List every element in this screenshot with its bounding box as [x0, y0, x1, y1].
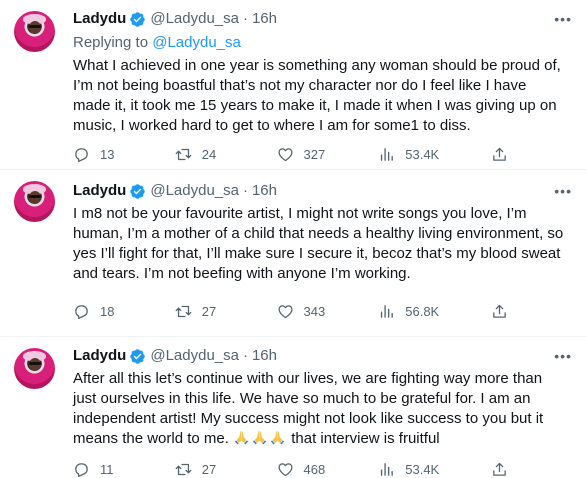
tweet-1[interactable]: Ladydu @Ladydu_sa · 16h ••• Replying to …: [0, 0, 586, 170]
verified-badge-icon: [129, 11, 146, 28]
action-bar: 13 24 327 53.4K: [73, 144, 508, 164]
reply-button[interactable]: 13: [73, 146, 123, 163]
reply-count: 18: [100, 303, 115, 319]
separator-dot: ·: [242, 10, 248, 27]
display-name[interactable]: Ladydu: [73, 10, 126, 28]
reply-icon: [73, 303, 90, 320]
avatar[interactable]: [14, 181, 55, 222]
display-name[interactable]: Ladydu: [73, 347, 126, 365]
action-bar: 18 27 343 56.8K: [73, 301, 508, 321]
retweet-count: 27: [201, 303, 217, 319]
separator-dot: ·: [242, 347, 248, 364]
more-options-icon[interactable]: •••: [554, 184, 572, 198]
replying-to-link[interactable]: @Ladydu_sa: [152, 34, 241, 51]
views-icon: [378, 461, 395, 478]
views-button[interactable]: 56.8K: [378, 303, 439, 320]
tweet-2[interactable]: Ladydu @Ladydu_sa · 16h ••• I m8 not be …: [0, 170, 586, 337]
replying-to-prefix: Replying to: [73, 34, 153, 51]
view-count: 53.4K: [405, 461, 440, 477]
views-icon: [378, 303, 395, 320]
retweet-button[interactable]: 27: [175, 461, 225, 478]
more-options-icon[interactable]: •••: [554, 349, 572, 363]
tweet-text: After all this let’s continue with our l…: [73, 369, 574, 449]
retweet-count: 27: [201, 461, 217, 477]
retweet-count: 24: [201, 146, 217, 162]
like-button[interactable]: 327: [277, 146, 327, 163]
folded-hands-emoji-icon: [269, 429, 286, 445]
tweet-header: Ladydu @Ladydu_sa · 16h: [73, 347, 574, 365]
avatar[interactable]: [14, 348, 55, 389]
share-icon: [491, 303, 508, 320]
like-button[interactable]: 343: [277, 303, 327, 320]
views-button[interactable]: 53.4K: [378, 146, 439, 163]
reply-count: 11: [100, 461, 114, 477]
tweet-header: Ladydu @Ladydu_sa · 16h: [73, 10, 574, 28]
share-button[interactable]: [491, 461, 508, 478]
like-icon: [277, 303, 294, 320]
view-count: 53.4K: [405, 146, 440, 162]
timestamp[interactable]: 16h: [252, 347, 277, 365]
tweet-3[interactable]: Ladydu @Ladydu_sa · 16h ••• After all th…: [0, 337, 586, 478]
user-handle[interactable]: @Ladydu_sa: [150, 10, 239, 28]
share-icon: [491, 146, 508, 163]
verified-badge-icon: [129, 183, 146, 200]
like-count: 468: [303, 461, 326, 477]
like-button[interactable]: 468: [277, 461, 327, 478]
share-button[interactable]: [491, 146, 508, 163]
like-count: 343: [303, 303, 326, 319]
user-handle[interactable]: @Ladydu_sa: [150, 182, 239, 200]
separator-dot: ·: [242, 182, 248, 199]
verified-badge-icon: [129, 348, 146, 365]
retweet-button[interactable]: 27: [175, 303, 225, 320]
like-icon: [277, 146, 294, 163]
reply-button[interactable]: 11: [73, 461, 123, 478]
replying-to: Replying to @Ladydu_sa: [73, 34, 574, 52]
more-options-icon[interactable]: •••: [554, 12, 572, 26]
retweet-icon: [175, 303, 192, 320]
retweet-icon: [175, 146, 192, 163]
like-count: 327: [303, 146, 326, 162]
reply-count: 13: [100, 146, 115, 162]
tweet-header: Ladydu @Ladydu_sa · 16h: [73, 182, 574, 200]
action-bar: 11 27 468 53.4K: [73, 459, 508, 478]
user-handle[interactable]: @Ladydu_sa: [150, 347, 239, 365]
folded-hands-emoji-icon: [251, 429, 268, 445]
view-count: 56.8K: [405, 303, 440, 319]
views-button[interactable]: 53.4K: [378, 461, 439, 478]
display-name[interactable]: Ladydu: [73, 182, 126, 200]
share-button[interactable]: [491, 303, 508, 320]
tweet-text-tail: that interview is fruitful: [287, 430, 440, 447]
reply-icon: [73, 146, 90, 163]
like-icon: [277, 461, 294, 478]
folded-hands-emoji-icon: [233, 429, 250, 445]
reply-button[interactable]: 18: [73, 303, 123, 320]
tweet-text: I m8 not be your favourite artist, I mig…: [73, 205, 564, 282]
timestamp[interactable]: 16h: [252, 182, 277, 200]
avatar[interactable]: [14, 11, 55, 52]
reply-icon: [73, 461, 90, 478]
retweet-button[interactable]: 24: [175, 146, 225, 163]
tweet-text: What I achieved in one year is something…: [73, 57, 561, 134]
share-icon: [491, 461, 508, 478]
views-icon: [378, 146, 395, 163]
timestamp[interactable]: 16h: [252, 10, 277, 28]
retweet-icon: [175, 461, 192, 478]
